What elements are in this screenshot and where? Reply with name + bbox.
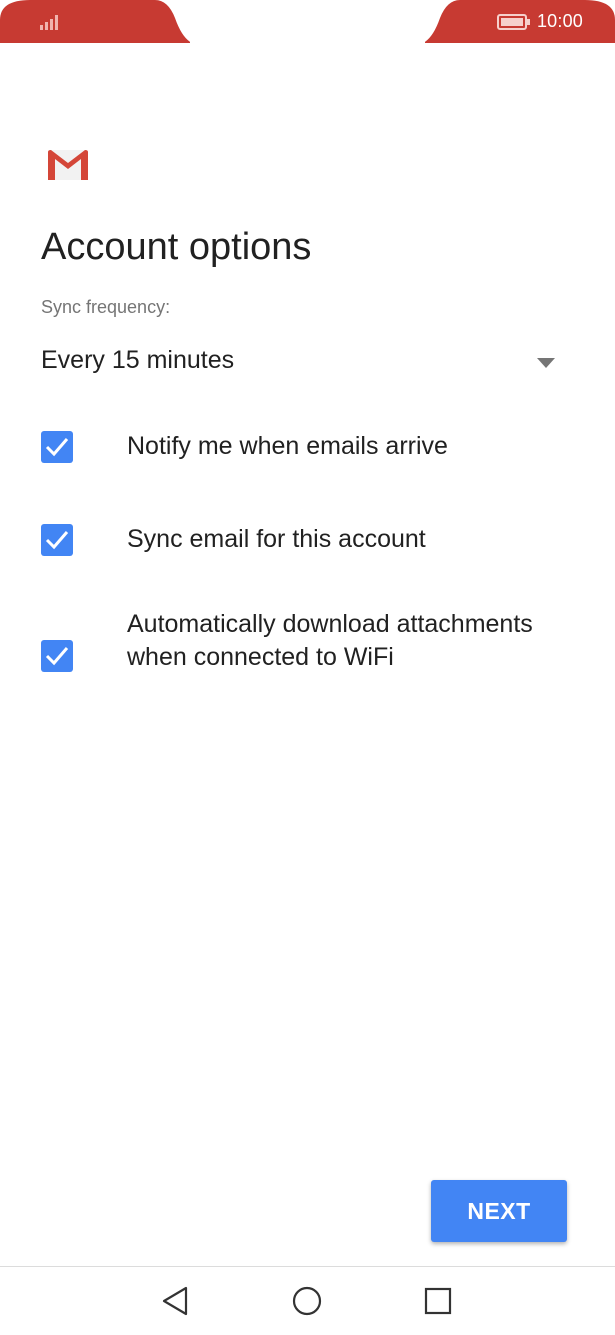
status-bar-right: 10:00 [423,0,615,43]
back-triangle-icon[interactable] [160,1285,192,1317]
checkmark-icon [45,438,69,457]
sync-frequency-value: Every 15 minutes [41,346,235,374]
next-button[interactable]: NEXT [431,1180,567,1242]
auto-download-label: Automatically download attachments when … [127,610,533,671]
sync-frequency-label: Sync frequency: [41,297,171,317]
signal-icon [40,12,62,35]
option-notify-emails[interactable]: Notify me when emails arrive [41,427,581,467]
page-title: Account options [41,226,312,268]
checkmark-icon [45,531,69,550]
checkmark-icon [45,647,69,666]
navigation-bar [0,1266,615,1335]
auto-download-checkbox[interactable] [41,640,73,672]
notify-emails-checkbox[interactable] [41,431,73,463]
battery-icon [497,14,531,35]
gmail-icon [48,150,88,185]
notify-emails-label: Notify me when emails arrive [127,432,448,460]
recents-square-icon[interactable] [422,1285,454,1317]
status-bar-left-shape [0,0,192,43]
status-bar-left [0,0,192,43]
sync-email-checkbox[interactable] [41,524,73,556]
option-sync-email[interactable]: Sync email for this account [41,520,581,560]
sync-email-label: Sync email for this account [127,525,426,553]
status-time: 10:00 [536,11,583,31]
home-circle-icon[interactable] [291,1285,323,1317]
option-auto-download[interactable]: Automatically download attachments when … [41,608,581,708]
sync-frequency-dropdown[interactable]: Every 15 minutes [41,340,571,384]
dropdown-caret-icon [537,355,555,373]
